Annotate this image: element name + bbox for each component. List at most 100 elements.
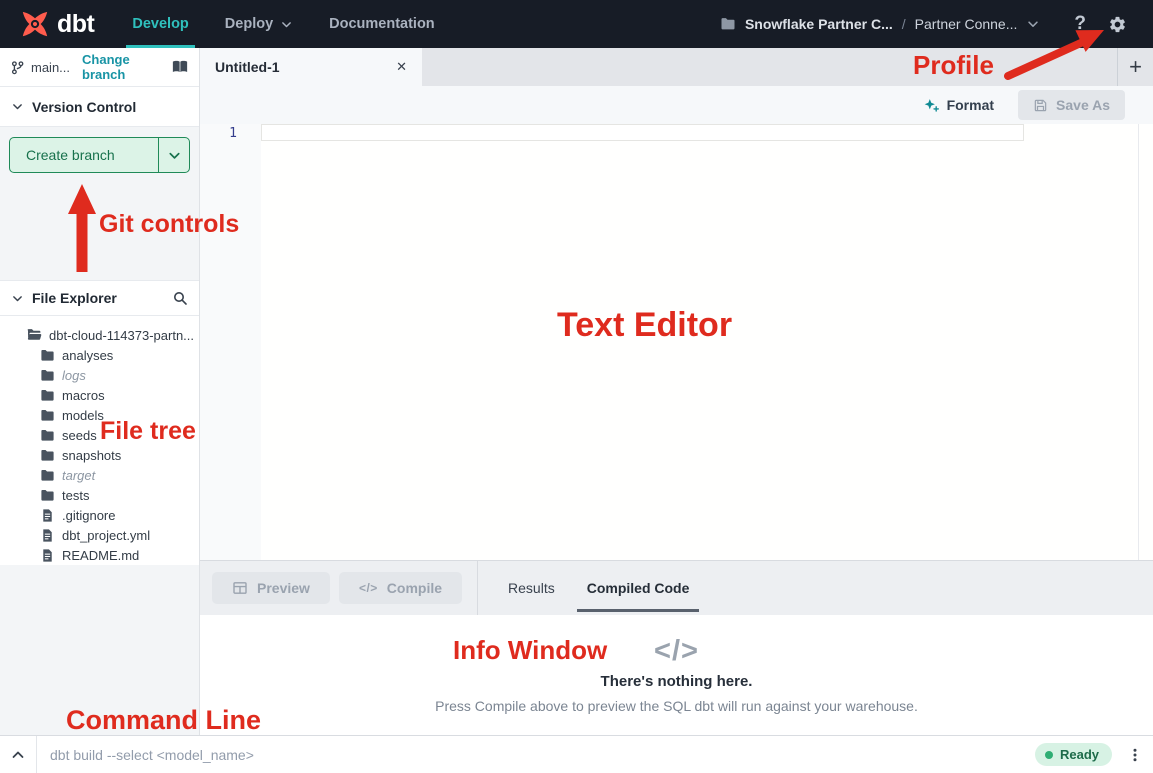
floppy-disk-icon (1033, 98, 1048, 113)
save-as-button[interactable]: Save As (1018, 90, 1125, 120)
file-tree-label: README.md (62, 548, 139, 563)
format-button[interactable]: Format (923, 97, 994, 114)
folder-open-icon (26, 327, 42, 343)
docs-book-button[interactable] (171, 58, 189, 76)
search-icon (172, 290, 188, 306)
sparkle-icon (923, 97, 940, 114)
version-control-body: Create branch (0, 127, 199, 281)
command-menu-button[interactable] (1127, 747, 1143, 763)
new-tab-button[interactable]: + (1117, 48, 1153, 86)
current-branch: main... (31, 60, 70, 75)
file-tree-root[interactable]: dbt-cloud-114373-partn... (0, 325, 199, 345)
status-badge: Ready (1035, 743, 1112, 766)
file-tree-label: dbt-cloud-114373-partn... (49, 328, 194, 343)
top-nav: dbt Develop Deploy Documentation Snowfla… (0, 0, 1153, 48)
file-explorer-title: File Explorer (32, 290, 117, 306)
file-tree-label: target (62, 468, 95, 483)
chevron-down-icon (1026, 17, 1040, 31)
annotation-git-controls: Git controls (99, 211, 239, 237)
gear-icon (1108, 15, 1127, 34)
file-tree-label: seeds (62, 428, 97, 443)
tab-results[interactable]: Results (492, 561, 571, 616)
tab-title: Untitled-1 (215, 59, 280, 75)
change-branch-link[interactable]: Change branch (82, 52, 171, 82)
git-branch-icon (10, 60, 25, 75)
compile-button[interactable]: </> Compile (339, 572, 462, 604)
nav-deploy-label: Deploy (225, 16, 273, 32)
editor-tab-bar: Untitled-1 ✕ + (200, 48, 1153, 86)
annotation-command-line: Command Line (66, 706, 261, 734)
folder-icon (40, 388, 55, 403)
chevron-down-icon[interactable] (11, 292, 24, 305)
file-tree-folder[interactable]: analyses (0, 345, 199, 365)
settings-gear-button[interactable] (1108, 15, 1127, 34)
main-area: Untitled-1 ✕ + Format Save As 1 (200, 48, 1153, 735)
file-tree-folder[interactable]: logs (0, 365, 199, 385)
editor-scrollbar-track[interactable] (1138, 124, 1139, 560)
file-icon (40, 508, 55, 523)
annotation-profile: Profile (913, 52, 994, 79)
nav-documentation-label: Documentation (329, 16, 435, 32)
chevron-down-icon (280, 18, 293, 31)
file-tree-file[interactable]: dbt_project.yml (0, 525, 199, 545)
nav-develop[interactable]: Develop (132, 0, 188, 48)
bottom-panel-header: Preview </> Compile Results Compiled Cod… (200, 560, 1153, 615)
kebab-menu-icon (1127, 747, 1143, 763)
project-breadcrumb[interactable]: Snowflake Partner C... / Partner Conne..… (720, 16, 1040, 32)
file-icon (40, 548, 55, 563)
folder-icon (40, 488, 55, 503)
info-window: </> There's nothing here. Press Compile … (200, 615, 1153, 735)
folder-icon (40, 468, 55, 483)
chevron-down-icon (167, 148, 182, 163)
save-as-label: Save As (1056, 97, 1110, 113)
book-icon (171, 58, 189, 76)
annotation-text-editor: Text Editor (557, 308, 732, 344)
version-control-header[interactable]: Version Control (0, 87, 199, 127)
file-tree-label: analyses (62, 348, 113, 363)
file-explorer-header[interactable]: File Explorer (0, 281, 199, 316)
breadcrumb-separator: / (902, 16, 906, 32)
file-tree-folder[interactable]: snapshots (0, 445, 199, 465)
file-tree-file[interactable]: .gitignore (0, 505, 199, 525)
file-search-button[interactable] (172, 290, 188, 306)
file-tree-label: snapshots (62, 448, 121, 463)
file-tree-label: .gitignore (62, 508, 115, 523)
file-tree-label: logs (62, 368, 86, 383)
file-tree-folder[interactable]: macros (0, 385, 199, 405)
empty-state-hint: Press Compile above to preview the SQL d… (435, 698, 918, 714)
active-line-highlight[interactable] (261, 124, 1024, 141)
annotation-info-window: Info Window (453, 637, 607, 664)
help-button[interactable]: ? (1074, 13, 1086, 35)
file-tree-folder[interactable]: target (0, 465, 199, 485)
empty-state-title: There's nothing here. (601, 673, 753, 690)
folder-icon (40, 368, 55, 383)
file-tree-folder[interactable]: tests (0, 485, 199, 505)
line-number: 1 (200, 126, 261, 142)
file-tree-label: dbt_project.yml (62, 528, 150, 543)
account-name: Snowflake Partner C... (745, 16, 893, 32)
file-tree-label: tests (62, 488, 89, 503)
create-branch-dropdown[interactable] (158, 138, 189, 172)
editor-toolbar: Format Save As (200, 86, 1153, 124)
nav-documentation[interactable]: Documentation (329, 0, 435, 48)
folder-icon (40, 348, 55, 363)
tabbar-spacer (422, 48, 1117, 86)
nav-develop-label: Develop (132, 16, 188, 32)
create-branch-button[interactable]: Create branch (9, 137, 190, 173)
folder-icon (40, 448, 55, 463)
file-tree-file[interactable]: README.md (0, 545, 199, 565)
format-label: Format (947, 97, 994, 113)
dbt-logo[interactable]: dbt (20, 9, 94, 39)
tab-close-button[interactable]: ✕ (396, 59, 407, 75)
project-name: Partner Conne... (915, 16, 1018, 32)
expand-command-bar-button[interactable] (0, 736, 37, 773)
file-tree-label: macros (62, 388, 105, 403)
chevron-down-icon[interactable] (11, 100, 24, 113)
create-branch-label[interactable]: Create branch (10, 138, 158, 172)
nav-deploy[interactable]: Deploy (225, 0, 293, 48)
tab-compiled-code[interactable]: Compiled Code (571, 561, 706, 616)
tab-untitled-1[interactable]: Untitled-1 ✕ (200, 48, 422, 86)
version-control-title: Version Control (32, 99, 136, 115)
command-input[interactable] (37, 747, 1035, 763)
preview-button[interactable]: Preview (212, 572, 330, 604)
